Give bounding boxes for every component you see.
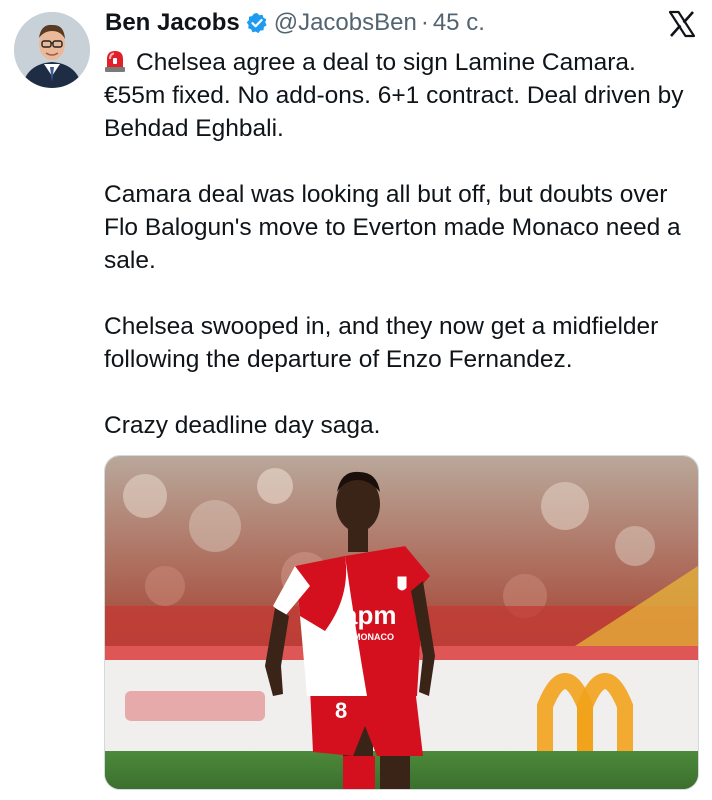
tweet-paragraph-1-text: Chelsea agree a deal to sign Lamine Cama… bbox=[104, 49, 684, 142]
verified-badge-icon bbox=[246, 12, 268, 34]
author-name[interactable]: Ben Jacobs bbox=[105, 9, 240, 37]
x-logo-icon[interactable] bbox=[668, 10, 696, 38]
tweet-timestamp[interactable]: 45 с. bbox=[433, 9, 485, 37]
tweet-paragraph: Chelsea swooped in, and they now get a m… bbox=[104, 313, 659, 373]
author-handle[interactable]: @JacobsBen bbox=[274, 9, 417, 37]
tweet-paragraph: Crazy deadline day saga. bbox=[104, 412, 381, 439]
tweet-paragraph: Camara deal was looking all but off, but… bbox=[104, 181, 681, 274]
shorts-number: 8 bbox=[335, 698, 347, 723]
shirt-sponsor-sub: MONACO bbox=[353, 632, 394, 642]
tweet-paragraph: Chelsea agree a deal to sign Lamine Cama… bbox=[104, 46, 700, 145]
header-separator: · bbox=[420, 9, 429, 36]
siren-emoji-icon bbox=[104, 49, 126, 73]
tweet-media-photo[interactable]: 8 apm MONACO bbox=[104, 455, 699, 790]
tweet-text: Chelsea agree a deal to sign Lamine Cama… bbox=[104, 46, 700, 475]
author-avatar[interactable] bbox=[14, 12, 90, 88]
shirt-sponsor: apm bbox=[343, 600, 396, 630]
tweet-header: Ben Jacobs @JacobsBen · 45 с. bbox=[105, 8, 485, 38]
